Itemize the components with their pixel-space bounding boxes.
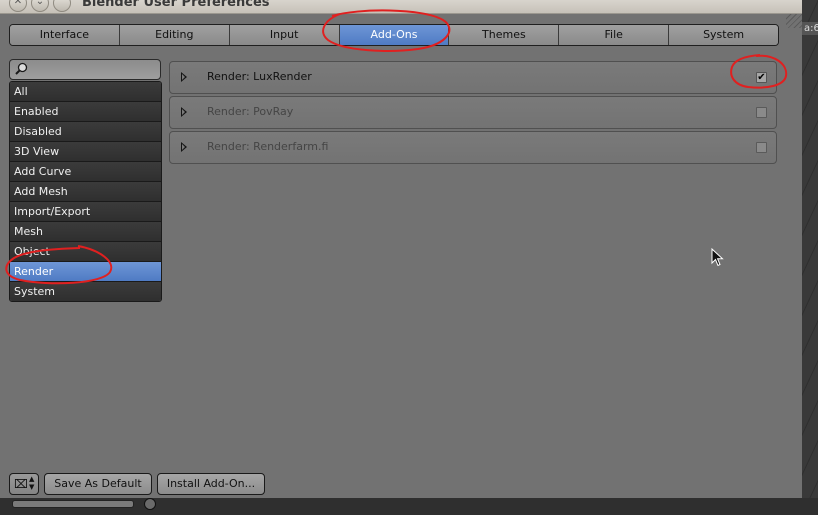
preferences-window: ✕ ⌄ ⌃ Blender User Preferences Interface… [0,0,802,498]
tab-system[interactable]: System [669,25,778,45]
category-render[interactable]: Render [10,262,161,282]
tab-interface[interactable]: Interface [10,25,120,45]
background-text-fragment: a:6 [802,22,818,35]
resize-grip[interactable] [786,14,802,28]
category-enabled[interactable]: Enabled [10,102,161,122]
category-object[interactable]: Object [10,242,161,262]
background-knob [144,498,156,510]
editor-type-menu[interactable]: ⌧ ▲ ▼ [9,473,39,495]
3d-viewport-background: a:6 [800,0,818,515]
close-icon[interactable]: ✕ [9,0,27,12]
minimize-icon[interactable]: ⌄ [31,0,49,12]
tab-add-ons[interactable]: Add-Ons [339,25,450,45]
category-disabled[interactable]: Disabled [10,122,161,142]
addon-enable-checkbox[interactable] [756,107,767,118]
addon-enable-checkbox[interactable] [756,142,767,153]
title-bar: ✕ ⌄ ⌃ Blender User Preferences [0,0,802,14]
addon-enable-checkbox[interactable]: ✔ [756,72,767,83]
tab-input[interactable]: Input [229,25,340,45]
addon-row-povray[interactable]: Render: PovRay [169,96,777,129]
up-down-arrows-icon: ▲ ▼ [29,475,35,491]
save-as-default-button[interactable]: Save As Default [44,473,152,495]
tab-themes[interactable]: Themes [449,25,560,45]
tab-editing[interactable]: Editing [119,25,230,45]
preferences-tab-bar: Interface Editing Input Add-Ons Themes F… [9,24,779,46]
category-import-export[interactable]: Import/Export [10,202,161,222]
mouse-pointer-icon [711,248,724,267]
expand-triangle-icon[interactable] [181,107,187,117]
window-title: Blender User Preferences [82,0,270,10]
background-slider [12,500,134,508]
addon-row-luxrender[interactable]: Render: LuxRender ✔ [169,61,777,94]
category-add-curve[interactable]: Add Curve [10,162,161,182]
tab-file[interactable]: File [559,25,670,45]
addon-search-input[interactable] [9,59,161,80]
addon-label: Render: Renderfarm.fi [207,140,329,153]
addon-label: Render: LuxRender [207,70,312,83]
magnifier-icon [15,62,28,75]
install-addon-button[interactable]: Install Add-On... [157,473,265,495]
expand-triangle-icon[interactable] [181,142,187,152]
expand-triangle-icon[interactable] [181,72,187,82]
category-3d-view[interactable]: 3D View [10,142,161,162]
bottom-bar: ⌧ ▲ ▼ Save As Default Install Add-On... [0,468,802,498]
maximize-icon[interactable]: ⌃ [53,0,71,12]
addon-row-renderfarm[interactable]: Render: Renderfarm.fi [169,131,777,164]
background-bottom-strip [0,498,818,515]
category-list: All Enabled Disabled 3D View Add Curve A… [9,81,162,302]
category-mesh[interactable]: Mesh [10,222,161,242]
editor-type-icon: ⌧ [14,477,28,491]
category-system[interactable]: System [10,282,161,301]
addon-label: Render: PovRay [207,105,294,118]
category-add-mesh[interactable]: Add Mesh [10,182,161,202]
category-all[interactable]: All [10,82,161,102]
